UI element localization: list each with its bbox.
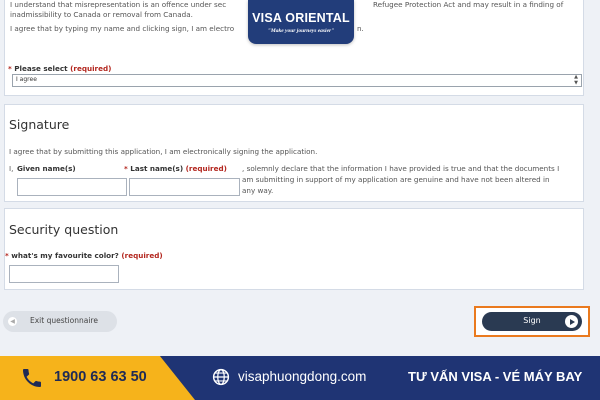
security-answer-input[interactable] xyxy=(9,265,119,283)
security-question-text: what's my favourite color? xyxy=(11,251,119,260)
required-asterisk: * xyxy=(5,251,9,260)
required-marker: (required) xyxy=(70,64,112,73)
given-name-label: Given name(s) xyxy=(17,164,76,173)
required-asterisk: * xyxy=(8,64,12,73)
required-asterisk: * xyxy=(124,164,128,173)
select-arrows-icon: ▲ ▼ xyxy=(574,74,578,86)
sign-button-highlight: Sign xyxy=(474,306,590,337)
security-question-label: * what's my favourite color? (required) xyxy=(5,251,163,260)
last-name-label: * Last name(s) (required) xyxy=(124,164,227,173)
please-select-text: Please select xyxy=(14,64,68,73)
declaration-line-3-start: I agree that by typing my name and click… xyxy=(10,24,235,33)
footer-banner: 1900 63 63 50 visaphuongdong.com TƯ VẤN … xyxy=(0,356,600,400)
play-arrow-icon xyxy=(565,315,578,328)
back-arrow-icon: ◀ xyxy=(8,317,17,326)
signature-intro: I agree that by submitting this applicat… xyxy=(9,147,318,156)
agreement-select-value: I agree xyxy=(16,76,37,83)
signature-panel: Signature I agree that by submitting thi… xyxy=(4,104,584,202)
signature-statement-line-2: am submitting in support of my applicati… xyxy=(242,175,550,184)
hotline-number: 1900 63 63 50 xyxy=(54,369,147,385)
page: I understand that misrepresentation is a… xyxy=(0,0,600,400)
signature-prefix: I, xyxy=(9,164,14,173)
security-question-title: Security question xyxy=(9,222,119,237)
please-select-label: * Please select (required) xyxy=(8,64,111,73)
agreement-select[interactable]: I agree ▲ ▼ xyxy=(12,74,582,87)
declaration-line-2: inadmissibility to Canada or removal fro… xyxy=(10,10,193,19)
logo-slogan: "Make your journeys easier" xyxy=(267,28,335,34)
signature-statement-line-1: , solemnly declare that the information … xyxy=(242,164,560,173)
website-link[interactable]: visaphuongdong.com xyxy=(238,369,366,384)
signature-title: Signature xyxy=(9,117,70,132)
signature-statement-line-3: any way. xyxy=(242,186,274,195)
declaration-line-3-end: n. xyxy=(357,24,364,33)
required-marker: (required) xyxy=(121,251,163,260)
globe-icon xyxy=(212,368,230,386)
given-name-input[interactable] xyxy=(17,178,127,196)
exit-questionnaire-button[interactable]: ◀ Exit questionnaire xyxy=(3,311,117,332)
visa-oriental-logo: VISA ORIENTAL "Make your journeys easier… xyxy=(248,0,354,44)
last-name-input[interactable] xyxy=(129,178,240,196)
last-name-label-text: Last name(s) xyxy=(130,164,184,173)
exit-questionnaire-label: Exit questionnaire xyxy=(30,316,98,325)
required-marker: (required) xyxy=(185,164,227,173)
sign-button[interactable]: Sign xyxy=(482,312,582,331)
service-tagline: TƯ VẤN VISA - VÉ MÁY BAY xyxy=(408,369,583,384)
phone-icon xyxy=(23,369,41,387)
logo-brand-text: VISA ORIENTAL xyxy=(252,11,350,25)
declaration-line-1-end: Refugee Protection Act and may result in… xyxy=(373,0,564,9)
declaration-line-1-start: I understand that misrepresentation is a… xyxy=(10,0,227,9)
security-question-panel: Security question * what's my favourite … xyxy=(4,208,584,290)
